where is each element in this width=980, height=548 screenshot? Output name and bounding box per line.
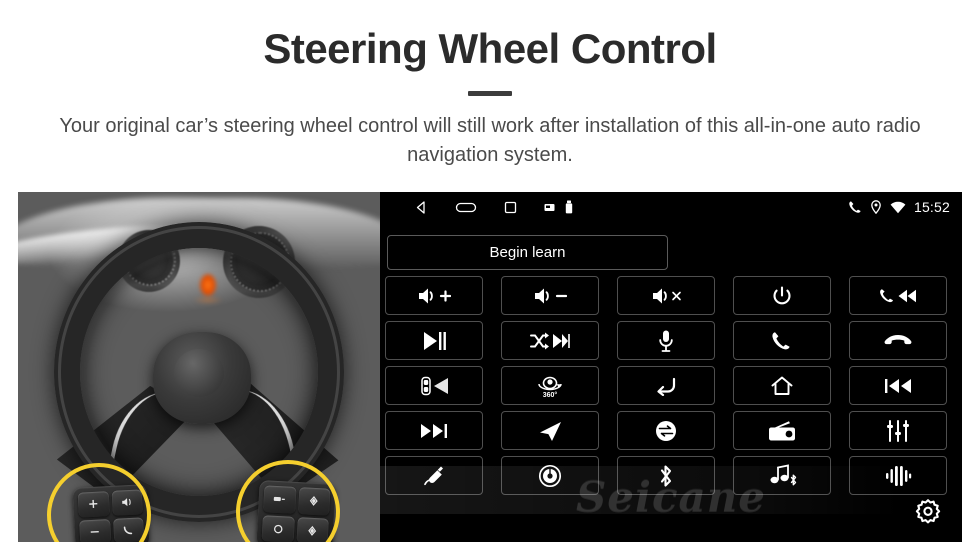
aux-cable-button[interactable] xyxy=(385,456,483,495)
voice-wave-button[interactable] xyxy=(849,456,947,495)
status-tray: 15:52 xyxy=(848,192,950,222)
svg-text:360°: 360° xyxy=(543,391,558,399)
home-icon[interactable] xyxy=(455,200,477,215)
camera-360-button[interactable]: 360° xyxy=(501,366,599,405)
bluetooth-music-button[interactable] xyxy=(733,456,831,495)
equalizer-button[interactable] xyxy=(849,411,947,450)
answer-call-button[interactable] xyxy=(733,321,831,360)
play-pause-button[interactable] xyxy=(385,321,483,360)
recents-icon[interactable] xyxy=(503,200,518,215)
location-pin-icon xyxy=(870,200,882,214)
home-button[interactable] xyxy=(733,366,831,405)
status-bar: 15:52 xyxy=(380,192,962,222)
page-root: Steering Wheel Control Your original car… xyxy=(0,0,980,548)
phone-previous-button[interactable] xyxy=(849,276,947,315)
header: Steering Wheel Control Your original car… xyxy=(0,0,980,170)
volume-up-button[interactable] xyxy=(385,276,483,315)
usb-icon xyxy=(565,200,573,214)
content-panel: 15:52 Begin learn 360° Seicane xyxy=(18,192,962,542)
settings-button[interactable] xyxy=(908,496,948,536)
radio-button[interactable] xyxy=(733,411,831,450)
previous-track-button[interactable] xyxy=(849,366,947,405)
status-time: 15:52 xyxy=(913,199,950,215)
navigation-bar-icons xyxy=(414,200,573,215)
disc-button[interactable] xyxy=(501,456,599,495)
head-unit-screen: 15:52 Begin learn 360° Seicane xyxy=(380,192,962,542)
power-button[interactable] xyxy=(733,276,831,315)
microphone-button[interactable] xyxy=(617,321,715,360)
volume-down-button[interactable] xyxy=(501,276,599,315)
car-steering-wheel-photo xyxy=(18,192,380,542)
parking-sensor-button[interactable] xyxy=(385,366,483,405)
navigation-button[interactable] xyxy=(501,411,599,450)
gear-icon xyxy=(911,497,945,536)
shuffle-next-button[interactable] xyxy=(501,321,599,360)
phone-icon xyxy=(848,200,862,214)
title-divider xyxy=(468,91,512,97)
sdcard-icon xyxy=(544,202,555,213)
mute-button[interactable] xyxy=(617,276,715,315)
wifi-icon xyxy=(890,201,906,214)
hang-up-button[interactable] xyxy=(849,321,947,360)
back-icon[interactable] xyxy=(414,200,429,215)
function-button-grid: 360° xyxy=(385,276,959,495)
bluetooth-button[interactable] xyxy=(617,456,715,495)
airbag-emblem xyxy=(174,349,224,397)
source-switch-button[interactable] xyxy=(617,411,715,450)
page-title: Steering Wheel Control xyxy=(263,25,717,72)
back-button[interactable] xyxy=(617,366,715,405)
page-subtitle: Your original car’s steering wheel contr… xyxy=(59,115,921,167)
next-track-button[interactable] xyxy=(385,411,483,450)
begin-learn-button[interactable]: Begin learn xyxy=(387,235,668,270)
